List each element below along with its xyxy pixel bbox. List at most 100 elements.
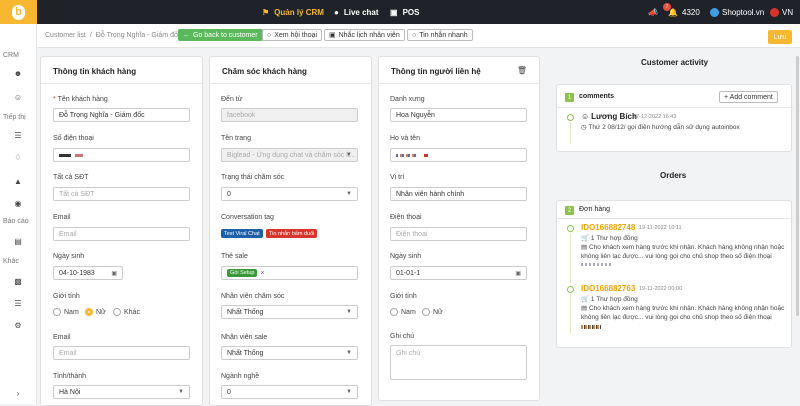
province-select[interactable]: Hà Nội ▼ bbox=[53, 385, 190, 399]
calendar-icon: ▣ bbox=[515, 271, 521, 277]
chart-bar-icon[interactable]: ☰ bbox=[13, 130, 23, 140]
line-chart-icon[interactable]: ▤ bbox=[13, 236, 23, 246]
salutation-input[interactable]: Hoa Nguyễn bbox=[390, 108, 527, 122]
sidebar-section-reports: Báo cáo bbox=[3, 218, 29, 225]
email-label: Email bbox=[53, 214, 71, 221]
contact-phone-label: Điện thoại bbox=[390, 214, 422, 221]
breadcrumb-customer-list[interactable]: Customer list bbox=[45, 32, 86, 39]
sale-tag-select[interactable]: Gói Setup × bbox=[221, 266, 358, 280]
bell-icon[interactable]: 🔔 bbox=[668, 0, 678, 24]
language-selector[interactable]: VN bbox=[770, 0, 793, 24]
email-input[interactable]: Email bbox=[53, 227, 190, 241]
position-label: Vị trí bbox=[390, 174, 405, 181]
nav-crm-label: Quản lý CRM bbox=[274, 7, 324, 17]
gender-label: Giới tính bbox=[53, 293, 80, 300]
conversation-tag[interactable]: Tin nhắn bấm duổi bbox=[266, 229, 318, 238]
fullname-input[interactable] bbox=[390, 148, 527, 162]
order-note: ▤ Cho khách xem hàng trước khi nhận. Khá… bbox=[581, 243, 785, 261]
care-staff-select[interactable]: Nhất Thống ▼ bbox=[221, 305, 358, 319]
view-conversation-label: Xem hội thoại bbox=[274, 31, 318, 39]
chevron-down-icon: ▼ bbox=[346, 191, 352, 197]
chevron-down-icon: ▼ bbox=[346, 389, 352, 395]
page-scrollbar[interactable] bbox=[796, 56, 799, 316]
remove-tag-icon[interactable]: × bbox=[260, 270, 264, 277]
comment-text-value: Thứ 2 08/12/ gọi điện hướng dẫn sử dụng … bbox=[588, 124, 740, 131]
staff-reminder-label: Nhắc lịch nhân viên bbox=[338, 31, 400, 39]
page-value: Biglead - Ứng dụng chat và chăm sóc k... bbox=[227, 151, 356, 159]
customer-name-input[interactable]: Đỗ Trọng Nghĩa - Giám đốc bbox=[53, 108, 190, 122]
nav-pos[interactable]: ▣ POS bbox=[390, 0, 419, 24]
briefcase-icon: ⚑ bbox=[262, 7, 270, 17]
position-input[interactable]: Nhân viên hành chính bbox=[390, 187, 527, 201]
save-button[interactable]: Lưu bbox=[768, 30, 792, 44]
users-icon[interactable]: ☻ bbox=[13, 68, 23, 78]
shop-selector[interactable]: Shoptool.vn bbox=[710, 0, 764, 24]
sidebar-section-other: Khác bbox=[3, 258, 19, 265]
gender-nam-label: Nam bbox=[64, 308, 79, 316]
gender-radio-khac[interactable]: Khác bbox=[113, 308, 140, 316]
target-icon[interactable]: ◉ bbox=[13, 198, 23, 208]
quick-message-label: Tin nhắn nhanh bbox=[419, 31, 468, 39]
delete-icon[interactable]: 🗑 bbox=[517, 66, 527, 75]
contact-dob-input[interactable]: 01-01-1 ▣ bbox=[390, 266, 527, 280]
order-date: 19-11-2022 10:11 bbox=[639, 225, 682, 231]
megaphone-icon[interactable]: 📣 bbox=[648, 0, 658, 24]
nav-pos-label: POS bbox=[402, 7, 420, 17]
contact-gender-nu[interactable]: Nữ bbox=[422, 308, 443, 316]
name-label: * Tên khách hàng bbox=[53, 96, 108, 103]
all-phone-input[interactable]: Tất cả SĐT bbox=[53, 187, 190, 201]
back-to-customer-button[interactable]: ← Go back to customer bbox=[178, 29, 263, 41]
sale-tag-label: Thẻ sale bbox=[221, 253, 248, 260]
redacted-name bbox=[396, 153, 418, 157]
source-label: Đến từ bbox=[221, 96, 243, 103]
page-select: Biglead - Ứng dụng chat và chăm sóc k...… bbox=[221, 148, 358, 162]
add-comment-button[interactable]: + Add comment bbox=[719, 91, 778, 103]
dob-input[interactable]: 04-10-1983 ▣ bbox=[53, 266, 123, 280]
gender-radio-nu[interactable]: Nữ bbox=[85, 308, 106, 316]
radio-nam bbox=[390, 308, 398, 316]
redacted-name-2 bbox=[424, 153, 428, 157]
conversation-tag[interactable]: Test Viral Chat bbox=[221, 229, 263, 238]
contact-info-title: Thông tin người liên hệ bbox=[391, 67, 481, 76]
radio-nu bbox=[85, 308, 93, 316]
order-contract: 🛒 1 Thư hợp đồng bbox=[581, 295, 638, 304]
redacted-info bbox=[581, 325, 601, 329]
clock-icon: ◷ bbox=[581, 124, 587, 131]
nav-livechat-label: Live chat bbox=[343, 7, 379, 17]
timeline-line bbox=[570, 122, 571, 144]
care-status-select[interactable]: 0 ▼ bbox=[221, 187, 358, 201]
contact-phone-input[interactable]: Điện thoại bbox=[390, 227, 527, 241]
cart-icon[interactable]: ▩ bbox=[13, 276, 23, 286]
industry-select[interactable]: 0 ▼ bbox=[221, 385, 358, 399]
comments-panel: 1 comments + Add comment ☺ Lương Bích 17… bbox=[556, 84, 793, 152]
action-bar: Customer list / Đỗ Trọng Nghĩa - Giám đố… bbox=[37, 24, 800, 48]
gift-icon[interactable]: ♢ bbox=[13, 152, 23, 162]
breadcrumb: Customer list / Đỗ Trọng Nghĩa - Giám đố… bbox=[45, 32, 181, 39]
source-input: facebook bbox=[221, 108, 358, 122]
orders-title: Orders bbox=[660, 171, 687, 180]
gender-khac-label: Khác bbox=[124, 308, 140, 316]
points-value: 4320 bbox=[682, 7, 700, 17]
view-conversation-button[interactable]: ○ Xem hội thoại bbox=[262, 29, 323, 41]
phone-input[interactable] bbox=[53, 148, 190, 162]
contact-gender-nam[interactable]: Nam bbox=[390, 308, 416, 316]
order-id-link[interactable]: IDO166882763 bbox=[581, 284, 635, 293]
nav-livechat[interactable]: ● Live chat bbox=[334, 0, 379, 24]
list-icon[interactable]: ☰ bbox=[13, 298, 23, 308]
expand-arrow-icon[interactable]: › bbox=[13, 388, 23, 398]
order-id-link[interactable]: IDO166882748 bbox=[581, 223, 635, 232]
user-icon[interactable]: ☺ bbox=[13, 92, 23, 102]
app-logo[interactable]: b bbox=[0, 0, 37, 24]
radio-nu bbox=[422, 308, 430, 316]
quick-message-button[interactable]: ○ Tin nhắn nhanh bbox=[407, 29, 473, 41]
nav-crm[interactable]: ⚑ Quản lý CRM bbox=[262, 0, 324, 24]
email2-input[interactable]: Email bbox=[53, 346, 190, 360]
settings-icon[interactable]: ⚙ bbox=[13, 320, 23, 330]
staff-reminder-button[interactable]: ▣ Nhắc lịch nhân viên bbox=[324, 29, 405, 41]
gender-radio-nam[interactable]: Nam bbox=[53, 308, 79, 316]
customer-info-card: Thông tin khách hàng * Tên khách hàng Đỗ… bbox=[40, 56, 204, 406]
sale-staff-select[interactable]: Nhất Thống ▼ bbox=[221, 346, 358, 360]
note-textarea[interactable]: Ghi chú bbox=[390, 345, 527, 380]
megaphone-icon[interactable]: ▲ bbox=[13, 176, 23, 186]
language-label: VN bbox=[782, 7, 794, 17]
